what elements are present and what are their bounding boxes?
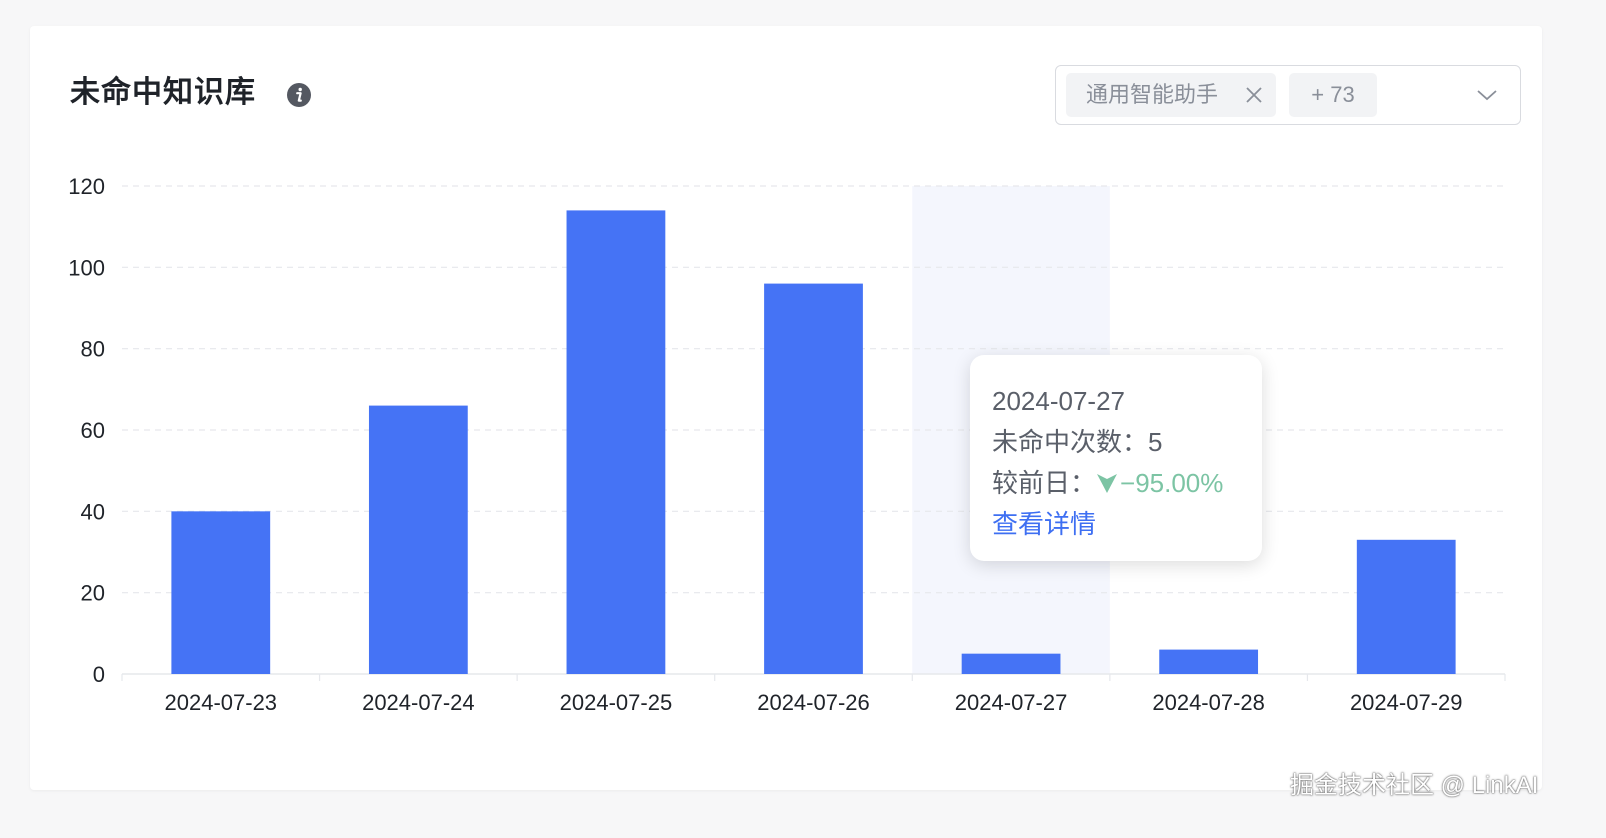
y-tick-label: 40: [81, 499, 105, 524]
bar[interactable]: [1159, 649, 1259, 674]
x-tick-label: 2024-07-28: [1152, 690, 1265, 715]
x-tick-label: 2024-07-26: [757, 690, 870, 715]
bar[interactable]: [566, 210, 666, 674]
y-tick-label: 120: [68, 174, 105, 199]
tooltip-compare-change: −95.00%: [1096, 468, 1223, 498]
y-tick-label: 60: [81, 418, 105, 443]
x-tick-label: 2024-07-29: [1350, 690, 1463, 715]
bar[interactable]: [368, 405, 468, 674]
x-tick-label: 2024-07-27: [955, 690, 1068, 715]
bar[interactable]: [961, 653, 1061, 674]
tooltip-count-value: 5: [1148, 427, 1163, 457]
tooltip-count-label: 未命中次数：: [992, 427, 1149, 457]
y-tick-label: 20: [81, 581, 105, 606]
tooltip-count-row: 未命中次数：5: [992, 422, 1262, 463]
y-tick-label: 0: [93, 662, 105, 687]
x-tick-label: 2024-07-23: [165, 690, 278, 715]
tooltip-compare-label: 较前日：: [992, 468, 1097, 498]
tooltip-compare-row: 较前日： −95.00%: [992, 463, 1262, 504]
arrow-down-icon: [1097, 474, 1118, 493]
view-details-link[interactable]: 查看详情: [992, 504, 1262, 545]
bar[interactable]: [1356, 539, 1456, 674]
tooltip-date: 2024-07-27: [992, 386, 1125, 416]
bar-chart: 0 20 40 60 80 100 120 2024-07-23 2024-07-24 2024-…: [68, 174, 1506, 715]
x-tick-label: 2024-07-25: [560, 690, 673, 715]
bar[interactable]: [764, 283, 863, 674]
chart-tooltip: 2024-07-27 未命中次数：5 较前日： −95.00% 查看详情: [970, 355, 1262, 561]
bar[interactable]: [171, 511, 271, 674]
tooltip-compare-value: −95.00%: [1120, 468, 1224, 498]
x-tick-label: 2024-07-24: [362, 690, 475, 715]
y-tick-label: 100: [68, 255, 105, 280]
watermark: 掘金技术社区 @ LinkAI: [1290, 772, 1539, 799]
y-tick-label: 80: [81, 337, 105, 362]
